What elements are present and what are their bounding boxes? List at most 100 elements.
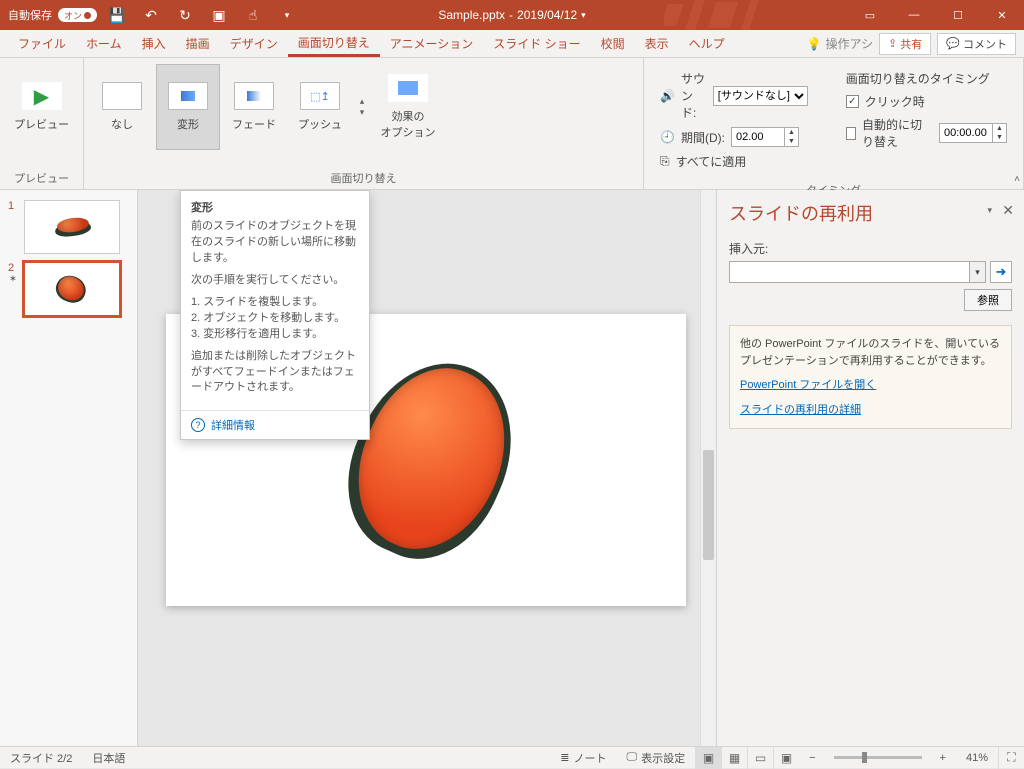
- share-icon: ⇪: [888, 37, 897, 50]
- bulb-icon: 💡: [807, 37, 822, 51]
- transition-morph[interactable]: 変形: [156, 64, 220, 150]
- document-title: Sample.pptx - 2019/04/12▾: [438, 8, 585, 22]
- pane-menu-icon[interactable]: ▾: [987, 205, 992, 216]
- status-bar: スライド 2/2 日本語 ≣ノート 🖵表示設定 ▣ ▦ ▭ ▣ − + 41% …: [0, 746, 1024, 768]
- zoom-slider[interactable]: [834, 756, 922, 759]
- zoom-in-button[interactable]: +: [930, 752, 956, 764]
- after-label: 自動的に切り替え: [862, 116, 933, 150]
- qat-more-icon[interactable]: ▾: [273, 1, 301, 29]
- effect-options-button[interactable]: 効果の オプション: [372, 64, 444, 150]
- tab-review[interactable]: 校閲: [591, 30, 635, 57]
- sorter-view-button[interactable]: ▦: [721, 747, 747, 769]
- tab-draw[interactable]: 描画: [176, 30, 220, 57]
- tooltip-desc: 前のスライドのオブジェクトを現在のスライドの新しい場所に移動します。: [191, 219, 359, 267]
- tab-animations[interactable]: アニメーション: [380, 30, 484, 57]
- tooltip-step2: 2. オブジェクトを移動します。: [191, 311, 359, 327]
- preview-icon: ▶: [34, 84, 49, 109]
- after-input[interactable]: [940, 127, 992, 139]
- duration-label: 期間(D):: [681, 129, 725, 146]
- minimize-button[interactable]: —: [892, 0, 936, 30]
- reuse-slides-details-link[interactable]: スライドの再利用の詳細: [740, 402, 1001, 419]
- autosave-toggle[interactable]: オン: [58, 8, 97, 22]
- sound-label: サウンド:: [681, 70, 707, 121]
- chevron-down-icon[interactable]: ▾: [969, 262, 985, 282]
- spin-down-icon[interactable]: ▼: [785, 137, 798, 146]
- tooltip-step3: 3. 変形移行を適用します。: [191, 327, 359, 343]
- spin-up-icon[interactable]: ▲: [785, 128, 798, 137]
- tab-file[interactable]: ファイル: [8, 30, 76, 57]
- slide-thumb-2[interactable]: 2✶: [0, 258, 137, 320]
- reuse-info-box: 他の PowerPoint ファイルのスライドを、開いているプレゼンテーションで…: [729, 325, 1012, 429]
- zoom-slider-thumb[interactable]: [862, 752, 867, 763]
- apply-all-icon: ⎘: [660, 154, 670, 169]
- collapse-ribbon-icon[interactable]: ˄: [1014, 174, 1020, 185]
- apply-all-button[interactable]: ⎘すべてに適用: [660, 153, 808, 170]
- fit-to-window-button[interactable]: ⛶: [998, 747, 1024, 769]
- close-button[interactable]: ✕: [980, 0, 1024, 30]
- fade-icon: [247, 91, 261, 101]
- tooltip-steps-intro: 次の手順を実行してください。: [191, 273, 359, 289]
- ribbon-display-icon[interactable]: ▭: [848, 0, 892, 30]
- reuse-pane-title: スライドの再利用: [729, 200, 1012, 226]
- display-icon: 🖵: [626, 751, 637, 764]
- share-button[interactable]: ⇪共有: [879, 33, 931, 55]
- spin-down-icon[interactable]: ▼: [993, 133, 1006, 142]
- notes-button[interactable]: ≣ノート: [550, 750, 616, 766]
- tab-view[interactable]: 表示: [635, 30, 679, 57]
- help-icon: ?: [191, 418, 205, 432]
- pane-close-icon[interactable]: ✕: [1002, 202, 1014, 219]
- start-slideshow-icon[interactable]: ▣: [205, 1, 233, 29]
- push-icon: ⬚↥: [310, 90, 330, 103]
- tell-me-search[interactable]: 💡操作アシ: [807, 35, 873, 52]
- transition-push[interactable]: ⬚↥ プッシュ: [288, 64, 352, 150]
- transition-none[interactable]: なし: [90, 64, 154, 150]
- duration-spinner[interactable]: ▲▼: [731, 127, 799, 147]
- tooltip-step1: 1. スライドを複製します。: [191, 295, 359, 311]
- reading-view-button[interactable]: ▭: [747, 747, 773, 769]
- on-click-checkbox[interactable]: ✓: [846, 95, 859, 108]
- tab-design[interactable]: デザイン: [220, 30, 288, 57]
- slideshow-view-button[interactable]: ▣: [773, 747, 799, 769]
- language-indicator[interactable]: 日本語: [82, 750, 135, 766]
- title-decoration: [664, 0, 824, 30]
- scrollbar-thumb[interactable]: [703, 450, 714, 560]
- tooltip-more-link[interactable]: ?詳細情報: [181, 410, 369, 439]
- tab-slideshow[interactable]: スライド ショー: [483, 30, 590, 57]
- slide-editor[interactable]: 変形 前のスライドのオブジェクトを現在のスライドの新しい場所に移動します。 次の…: [138, 190, 716, 746]
- slide-thumb-1[interactable]: 1: [0, 196, 137, 258]
- browse-button[interactable]: 参照: [964, 289, 1012, 311]
- timing-header: 画面切り替えのタイミング: [846, 70, 1007, 87]
- spin-up-icon[interactable]: ▲: [993, 124, 1006, 133]
- autosave-label: 自動保存: [8, 7, 52, 23]
- redo-icon[interactable]: ↻: [171, 1, 199, 29]
- display-settings-button[interactable]: 🖵表示設定: [616, 750, 695, 766]
- vertical-scrollbar[interactable]: [700, 190, 716, 746]
- transition-indicator-icon: ✶: [9, 274, 17, 285]
- morph-icon: [181, 91, 195, 101]
- tab-help[interactable]: ヘルプ: [679, 30, 735, 57]
- touch-mode-icon[interactable]: ☝︎: [239, 1, 267, 29]
- go-button[interactable]: ➜: [990, 261, 1012, 283]
- maximize-button[interactable]: ☐: [936, 0, 980, 30]
- slide-counter[interactable]: スライド 2/2: [0, 750, 82, 766]
- reuse-info-text: 他の PowerPoint ファイルのスライドを、開いているプレゼンテーションで…: [740, 336, 1001, 369]
- comment-button[interactable]: 💬コメント: [937, 33, 1016, 55]
- tab-transitions[interactable]: 画面切り替え: [288, 30, 380, 57]
- after-spinner[interactable]: ▲▼: [939, 123, 1007, 143]
- insert-from-combo[interactable]: ▾: [729, 261, 986, 283]
- tab-insert[interactable]: 挿入: [132, 30, 176, 57]
- sound-select[interactable]: [サウンドなし]: [713, 86, 808, 106]
- preview-button[interactable]: ▶ プレビュー: [10, 64, 74, 150]
- main-area: 1 2✶ 変形 前のスライドのオブジェクトを現在のスライド: [0, 190, 1024, 746]
- after-checkbox[interactable]: [846, 127, 856, 140]
- undo-icon[interactable]: ↶: [137, 1, 165, 29]
- duration-input[interactable]: [732, 131, 784, 143]
- tab-home[interactable]: ホーム: [76, 30, 132, 57]
- transitions-gallery-more[interactable]: ▴▾: [354, 64, 370, 150]
- transition-fade[interactable]: フェード: [222, 64, 286, 150]
- save-icon[interactable]: 💾: [103, 1, 131, 29]
- zoom-level[interactable]: 41%: [956, 752, 998, 764]
- open-powerpoint-file-link[interactable]: PowerPoint ファイルを開く: [740, 377, 1001, 394]
- zoom-out-button[interactable]: −: [799, 752, 825, 764]
- normal-view-button[interactable]: ▣: [695, 747, 721, 769]
